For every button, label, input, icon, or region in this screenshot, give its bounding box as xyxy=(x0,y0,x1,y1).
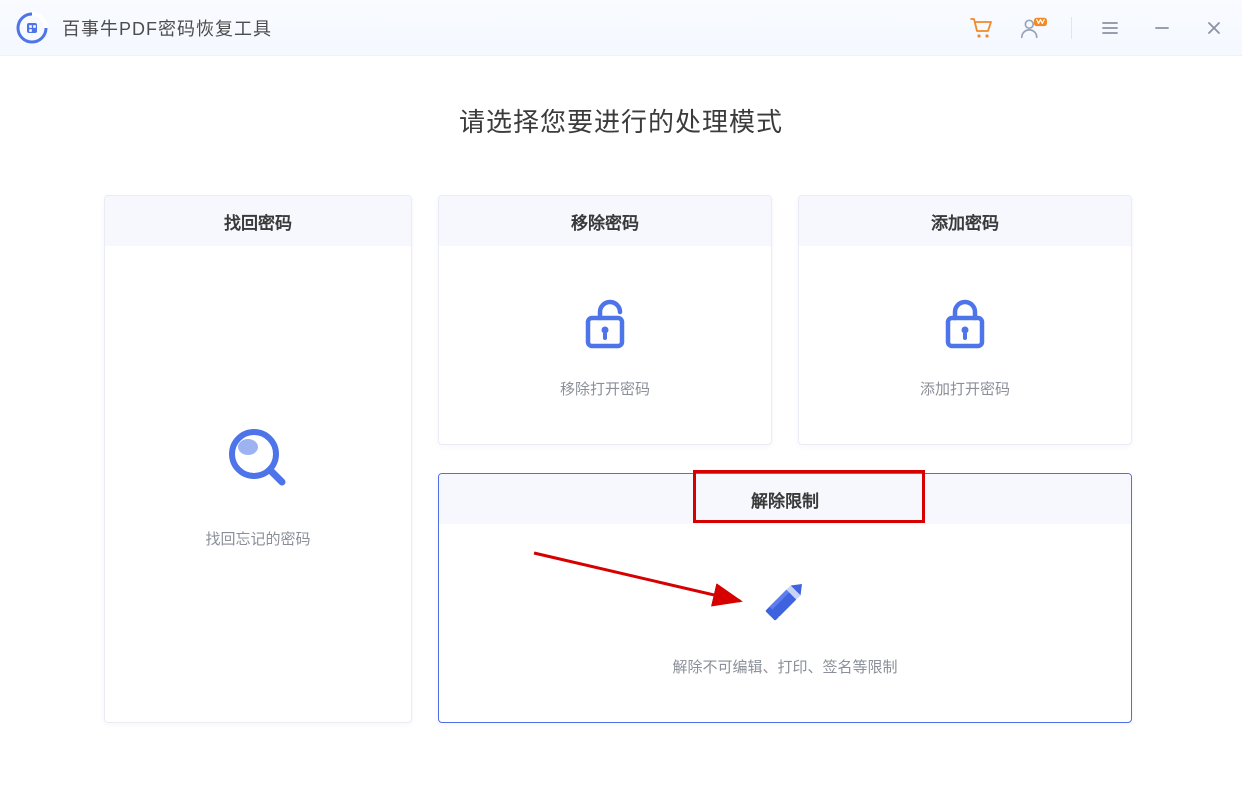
pencil-icon xyxy=(754,570,816,632)
card-remove-title: 移除密码 xyxy=(439,196,771,246)
card-unrestrict-desc: 解除不可编辑、打印、签名等限制 xyxy=(672,656,897,677)
titlebar-actions xyxy=(967,14,1228,42)
card-add-title: 添加密码 xyxy=(799,196,1131,246)
titlebar-divider xyxy=(1071,17,1072,39)
minimize-button[interactable] xyxy=(1148,14,1176,42)
card-recover-desc: 找回忘记的密码 xyxy=(205,528,310,549)
magnifier-icon xyxy=(220,420,296,496)
page-title: 请选择您要进行的处理模式 xyxy=(104,102,1138,139)
card-remove-password[interactable]: 移除密码 移除打开密码 xyxy=(438,195,772,445)
app-title: 百事牛PDF密码恢复工具 xyxy=(62,15,272,41)
app-logo-icon xyxy=(14,10,50,46)
user-vip-icon[interactable] xyxy=(1019,14,1047,42)
cart-icon[interactable] xyxy=(967,14,995,42)
right-column: 移除密码 移除打开密码 xyxy=(438,195,1132,723)
card-unrestrict-title: 解除限制 xyxy=(439,474,1131,524)
main-area: 请选择您要进行的处理模式 找回密码 找回忘记的密码 xyxy=(0,56,1242,753)
titlebar: 百事牛PDF密码恢复工具 xyxy=(0,0,1242,56)
card-recover-title: 找回密码 xyxy=(105,196,411,246)
close-button[interactable] xyxy=(1200,14,1228,42)
lock-icon xyxy=(934,292,996,354)
card-recover-body: 找回忘记的密码 xyxy=(105,246,411,722)
right-top-row: 移除密码 移除打开密码 xyxy=(438,195,1132,445)
card-remove-body: 移除打开密码 xyxy=(439,246,771,444)
card-recover-password[interactable]: 找回密码 找回忘记的密码 xyxy=(104,195,412,723)
card-remove-restrictions[interactable]: 解除限制 解除不可编辑、打印、签名等 xyxy=(438,473,1132,723)
card-add-body: 添加打开密码 xyxy=(799,246,1131,444)
cards-container: 找回密码 找回忘记的密码 移除密码 xyxy=(104,195,1138,723)
card-unrestrict-body: 解除不可编辑、打印、签名等限制 xyxy=(439,524,1131,722)
unlock-icon xyxy=(574,292,636,354)
card-add-desc: 添加打开密码 xyxy=(920,378,1010,399)
menu-icon[interactable] xyxy=(1096,14,1124,42)
card-add-password[interactable]: 添加密码 添加打开密码 xyxy=(798,195,1132,445)
card-remove-desc: 移除打开密码 xyxy=(560,378,650,399)
